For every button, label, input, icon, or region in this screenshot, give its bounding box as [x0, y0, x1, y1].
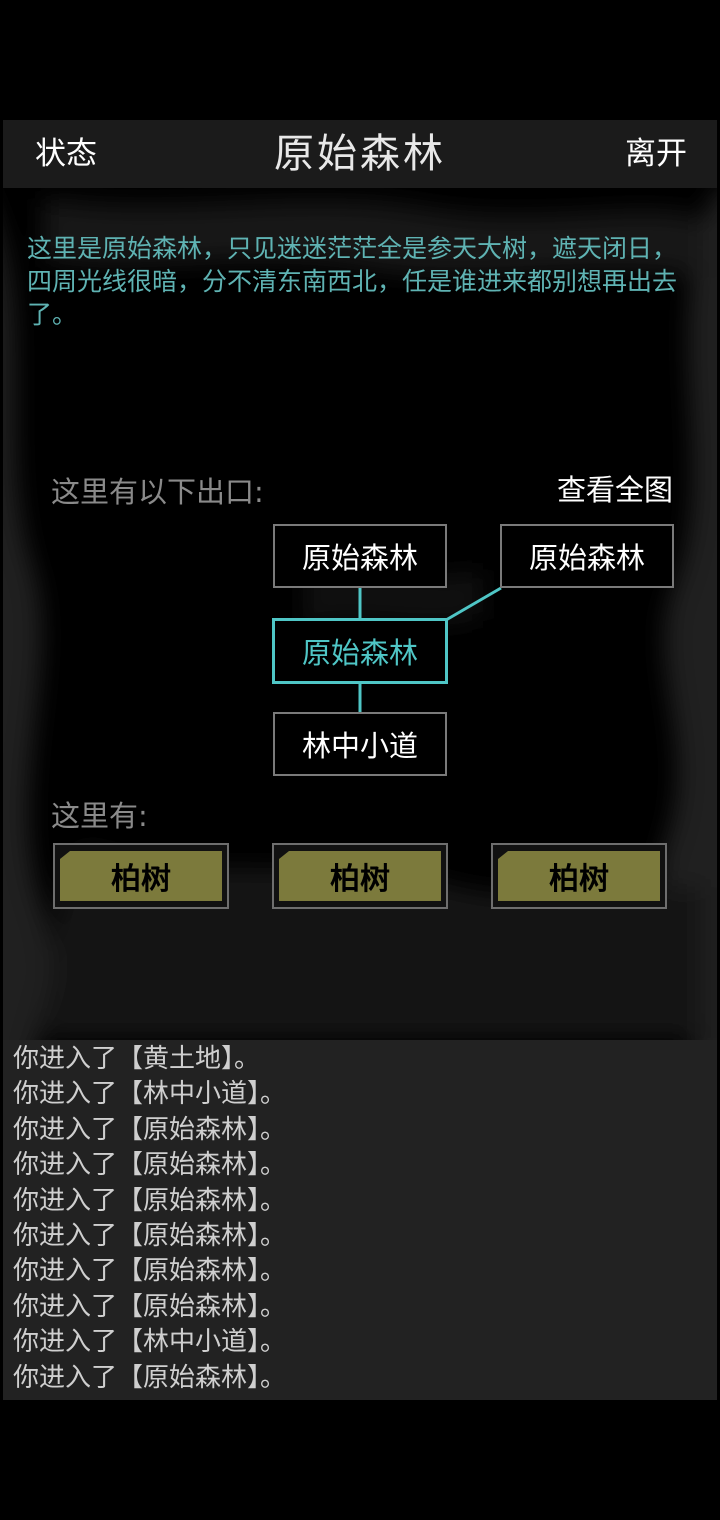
log-line: 你进入了【黄土地】。: [13, 1044, 261, 1074]
log-line: 你进入了【林中小道】。: [13, 1079, 287, 1109]
location-title: 原始森林: [274, 131, 446, 177]
connector-northeast: [445, 586, 502, 622]
message-log[interactable]: 你进入了【黄土地】。 你进入了【林中小道】。 你进入了【原始森林】。 你进入了【…: [3, 1040, 717, 1400]
exit-room-northeast[interactable]: 原始森林: [500, 524, 674, 588]
exit-room-north[interactable]: 原始森林: [273, 524, 447, 588]
here-label: 这里有:: [51, 799, 148, 833]
object-button-2[interactable]: 柏树: [272, 843, 448, 909]
exit-room-south[interactable]: 林中小道: [273, 712, 447, 776]
current-room: 原始森林: [272, 618, 448, 684]
object-label: 柏树: [60, 851, 222, 901]
object-label: 柏树: [279, 851, 441, 901]
object-label: 柏树: [498, 851, 660, 901]
game-frame: 状态 原始森林 离开 这里是原始森林，只见迷迷茫茫全是参天大树，遮天闭日，四周光…: [3, 120, 717, 1400]
object-button-1[interactable]: 柏树: [53, 843, 229, 909]
log-line: 你进入了【原始森林】。: [13, 1292, 287, 1322]
log-line: 你进入了【原始森林】。: [13, 1115, 287, 1145]
leave-button[interactable]: 离开: [625, 134, 687, 174]
object-button-3[interactable]: 柏树: [491, 843, 667, 909]
log-line: 你进入了【原始森林】。: [13, 1221, 287, 1251]
top-bar: 状态 原始森林 离开: [3, 120, 717, 188]
scene-panel: 这里是原始森林，只见迷迷茫茫全是参天大树，遮天闭日，四周光线很暗，分不清东南西北…: [3, 188, 717, 1040]
log-line: 你进入了【原始森林】。: [13, 1150, 287, 1180]
log-line: 你进入了【林中小道】。: [13, 1327, 287, 1357]
log-line: 你进入了【原始森林】。: [13, 1186, 287, 1216]
log-line: 你进入了【原始森林】。: [13, 1256, 287, 1286]
exit-connectors: [358, 586, 502, 712]
log-line: 你进入了【原始森林】。: [13, 1363, 287, 1393]
